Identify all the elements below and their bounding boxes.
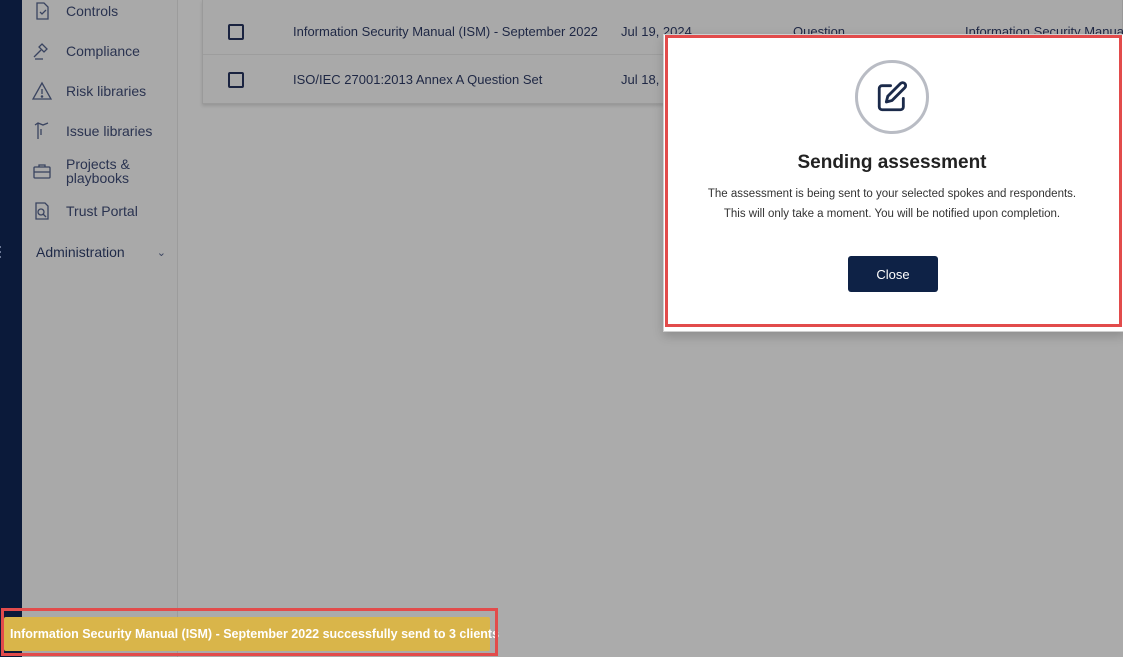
close-button[interactable]: Close <box>848 256 938 292</box>
row-title[interactable]: Information Security Manual (ISM) - Sept… <box>293 24 598 39</box>
sidebar-item-label: Compliance <box>66 43 140 59</box>
rail-handle-icon[interactable] <box>0 246 3 260</box>
warning-triangle-icon <box>32 81 52 101</box>
sidebar: Controls Compliance Risk libraries Issue… <box>22 0 178 657</box>
sending-assessment-modal: Sending assessment The assessment is bei… <box>663 34 1123 332</box>
gavel-icon <box>32 41 52 61</box>
sidebar-item-label: Risk libraries <box>66 83 147 99</box>
flag-icon <box>32 121 52 141</box>
sidebar-item-label: Controls <box>66 3 119 19</box>
controls-icon <box>32 1 52 21</box>
modal-message-line-2: This will only take a moment. You will b… <box>723 208 1061 220</box>
trust-portal-icon <box>32 201 52 221</box>
administration-label: Administration <box>36 244 125 260</box>
sidebar-item-compliance[interactable]: Compliance <box>22 33 178 69</box>
briefcase-icon <box>32 161 52 181</box>
sidebar-item-risk-libraries[interactable]: Risk libraries <box>22 73 178 109</box>
sidebar-item-label: Trust Portal <box>66 203 138 219</box>
sidebar-item-label: Issue libraries <box>66 123 153 139</box>
app-rail <box>0 0 22 657</box>
row-title[interactable]: ISO/IEC 27001:2013 Annex A Question Set <box>293 72 542 87</box>
edit-icon <box>855 60 929 134</box>
sidebar-item-issue-libraries[interactable]: Issue libraries <box>22 113 178 149</box>
sidebar-item-projects[interactable]: Projects & playbooks <box>22 153 178 189</box>
sidebar-item-controls[interactable]: Controls <box>22 0 178 29</box>
modal-message-line-1: The assessment is being sent to your sel… <box>707 188 1077 200</box>
row-checkbox[interactable] <box>228 24 244 40</box>
sidebar-item-label: Projects & playbooks <box>66 156 130 186</box>
sidebar-item-trust-portal[interactable]: Trust Portal <box>22 193 178 229</box>
success-toast: Information Security Manual (ISM) - Sept… <box>4 617 499 651</box>
toast-message: Information Security Manual (ISM) - Sept… <box>10 627 500 641</box>
sidebar-administration[interactable]: Administration ⌄ <box>36 244 166 262</box>
chevron-down-icon[interactable]: ⌄ <box>157 246 166 259</box>
row-checkbox[interactable] <box>228 72 244 88</box>
modal-title: Sending assessment <box>797 152 987 173</box>
